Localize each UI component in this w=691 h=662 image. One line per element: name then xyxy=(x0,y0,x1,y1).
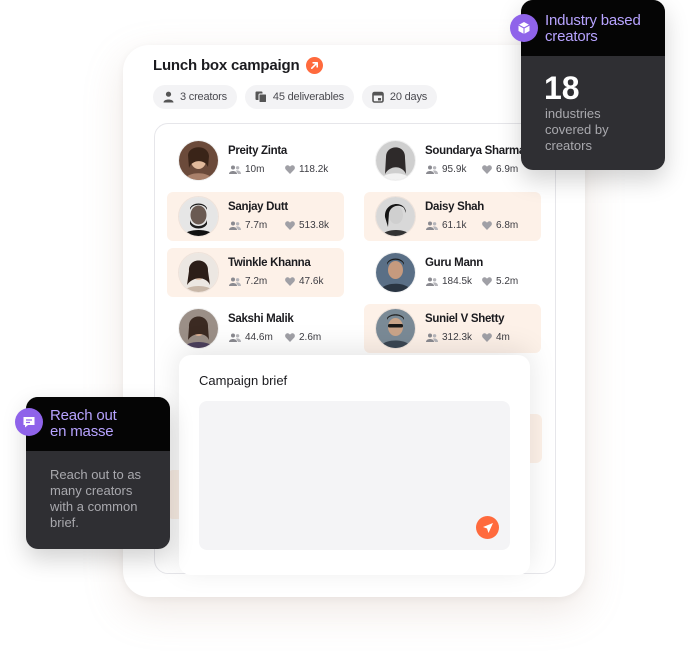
creator-card[interactable]: Sakshi Malik 44.6m 2.6m xyxy=(167,304,344,353)
message-icon xyxy=(15,408,43,436)
reach-tooltip-heading-1: Reach out xyxy=(50,407,117,424)
creator-likes: 5.2m xyxy=(496,276,519,287)
creator-name: Sakshi Malik xyxy=(228,313,294,325)
avatar xyxy=(376,197,415,236)
avatar xyxy=(376,309,415,348)
creator-followers: 95.9k xyxy=(442,164,467,175)
creator-card[interactable]: Preity Zinta 10m 118.2k xyxy=(167,136,344,185)
duration-chip-label: 20 days xyxy=(389,91,428,103)
creator-followers: 184.5k xyxy=(442,276,473,287)
followers-icon xyxy=(426,333,438,342)
creator-followers: 61.1k xyxy=(442,220,467,231)
creator-likes: 6.8m xyxy=(496,220,519,231)
creator-followers: 7.2m xyxy=(245,276,268,287)
creator-card[interactable]: Sanjay Dutt 7.7m 513.8k xyxy=(167,192,344,241)
heart-icon xyxy=(285,165,295,174)
duration-chip: 20 days xyxy=(361,85,438,109)
creator-name: Suniel V Shetty xyxy=(425,313,505,325)
heart-icon xyxy=(285,277,295,286)
heart-icon xyxy=(482,165,492,174)
send-icon xyxy=(482,522,493,533)
heart-icon xyxy=(482,333,492,342)
creator-name: Sanjay Dutt xyxy=(228,201,288,213)
send-button[interactable] xyxy=(476,516,499,539)
avatar xyxy=(179,309,218,348)
industry-caption-1: industries xyxy=(545,106,601,121)
creator-followers: 10m xyxy=(245,164,265,175)
reach-tooltip-header: Reach out en masse xyxy=(26,397,170,451)
heart-icon xyxy=(285,221,295,230)
creator-followers: 44.6m xyxy=(245,332,273,343)
reach-body-3: with a common xyxy=(50,499,138,514)
heart-icon xyxy=(482,277,492,286)
creator-card[interactable]: Soundarya Sharma 95.9k 6.9m xyxy=(364,136,541,185)
creators-chip: 3 creators xyxy=(153,85,237,109)
avatar xyxy=(179,197,218,236)
reach-body-1: Reach out to as xyxy=(50,467,142,482)
creator-name: Daisy Shah xyxy=(425,201,484,213)
reach-tooltip: Reach out en masse Reach out to as many … xyxy=(26,397,170,549)
campaign-brief-title: Campaign brief xyxy=(199,373,288,388)
campaign-brief-textarea[interactable] xyxy=(199,401,510,550)
creator-name: Preity Zinta xyxy=(228,145,288,157)
followers-icon xyxy=(229,333,241,342)
followers-icon xyxy=(426,165,438,174)
industry-tooltip: Industry based creators 18 industries co… xyxy=(521,0,665,170)
creator-followers: 312.3k xyxy=(442,332,473,343)
creator-likes: 513.8k xyxy=(299,220,330,231)
industry-tooltip-heading-1: Industry based xyxy=(545,12,641,29)
campaign-chips: 3 creators 45 deliverables 20 days xyxy=(153,85,438,109)
creator-followers: 7.7m xyxy=(245,220,268,231)
creator-name: Soundarya Sharma xyxy=(425,145,526,157)
campaign-brief-card: Campaign brief xyxy=(179,355,530,575)
industry-tooltip-header: Industry based creators xyxy=(521,0,665,56)
campaign-header: Lunch box campaign xyxy=(153,57,324,74)
heart-icon xyxy=(482,221,492,230)
creator-likes: 6.9m xyxy=(496,164,519,175)
heart-icon xyxy=(285,333,295,342)
industries-count: 18 xyxy=(544,70,580,106)
industry-caption-3: creators xyxy=(545,138,592,153)
campaign-title: Lunch box campaign xyxy=(153,57,300,74)
avatar xyxy=(376,253,415,292)
creator-card[interactable]: Guru Mann 184.5k 5.2m xyxy=(364,248,541,297)
creator-likes: 118.2k xyxy=(299,164,329,175)
avatar xyxy=(376,141,415,180)
reach-tooltip-heading-2: en masse xyxy=(50,423,114,440)
creator-likes: 4m xyxy=(496,332,510,343)
followers-icon xyxy=(229,221,241,230)
avatar xyxy=(179,253,218,292)
deliverables-chip-label: 45 deliverables xyxy=(272,91,344,103)
reach-body-4: brief. xyxy=(50,515,79,530)
avatar xyxy=(179,141,218,180)
deliverables-chip: 45 deliverables xyxy=(244,85,354,109)
followers-icon xyxy=(229,277,241,286)
industry-tooltip-heading-2: creators xyxy=(545,28,598,45)
creator-likes: 47.6k xyxy=(299,276,324,287)
copy-icon xyxy=(255,91,267,103)
creator-likes: 2.6m xyxy=(299,332,322,343)
creator-name: Guru Mann xyxy=(425,257,483,269)
followers-icon xyxy=(229,165,241,174)
open-campaign-icon[interactable] xyxy=(306,57,324,74)
calendar-icon xyxy=(372,91,384,103)
reach-body-2: many creators xyxy=(50,483,133,498)
cube-icon xyxy=(510,14,538,42)
creator-card[interactable]: Daisy Shah 61.1k 6.8m xyxy=(364,192,541,241)
followers-icon xyxy=(426,221,438,230)
creator-card[interactable]: Suniel V Shetty 312.3k 4m xyxy=(364,304,541,353)
creators-chip-label: 3 creators xyxy=(180,91,227,103)
industry-caption-2: covered by xyxy=(545,122,609,137)
person-icon xyxy=(163,91,174,103)
creator-card[interactable]: Twinkle Khanna 7.2m 47.6k xyxy=(167,248,344,297)
creator-name: Twinkle Khanna xyxy=(228,257,311,269)
followers-icon xyxy=(426,277,438,286)
